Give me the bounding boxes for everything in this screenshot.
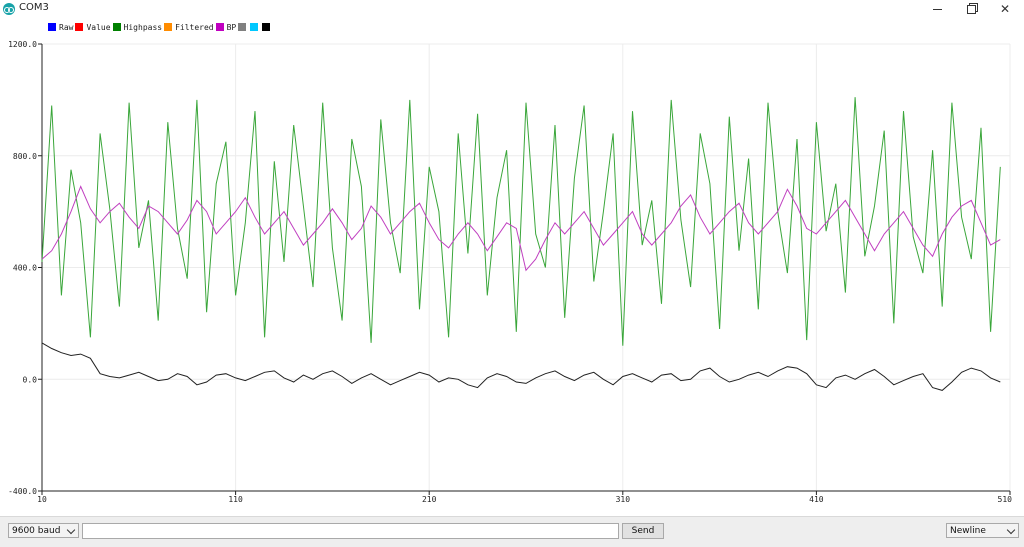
baud-rate-select[interactable]: 9600 baud	[8, 523, 79, 538]
x-tick-label: 410	[809, 495, 824, 504]
line-ending-value: Newline	[950, 526, 986, 536]
y-tick-label: 0.0	[23, 375, 38, 384]
serial-plotter-chart: 1200.0 800.0 400.0 0.0 -400.010 110 210 310 410 5…	[8, 40, 1013, 504]
line-ending-select[interactable]: Newline	[946, 523, 1019, 538]
bottom-toolbar: 9600 baud Send Newline	[0, 516, 1024, 547]
x-tick-label: 510	[998, 495, 1013, 504]
y-tick-label: 800.0	[13, 152, 37, 161]
send-input[interactable]	[82, 523, 619, 539]
series-line	[41, 342, 1001, 391]
y-tick-label: 1200.0	[8, 40, 37, 49]
chevron-down-icon	[66, 525, 76, 535]
y-tick-label: -400.0	[8, 487, 37, 496]
y-tick-label: 400.0	[13, 264, 37, 273]
x-tick-label: 10	[37, 495, 47, 504]
x-tick-label: 210	[422, 495, 437, 504]
chevron-down-icon	[1006, 525, 1016, 535]
x-tick-label: 310	[616, 495, 631, 504]
x-tick-label: 110	[228, 495, 243, 504]
baud-rate-value: 9600 baud	[12, 526, 61, 536]
send-button[interactable]: Send	[622, 523, 664, 539]
